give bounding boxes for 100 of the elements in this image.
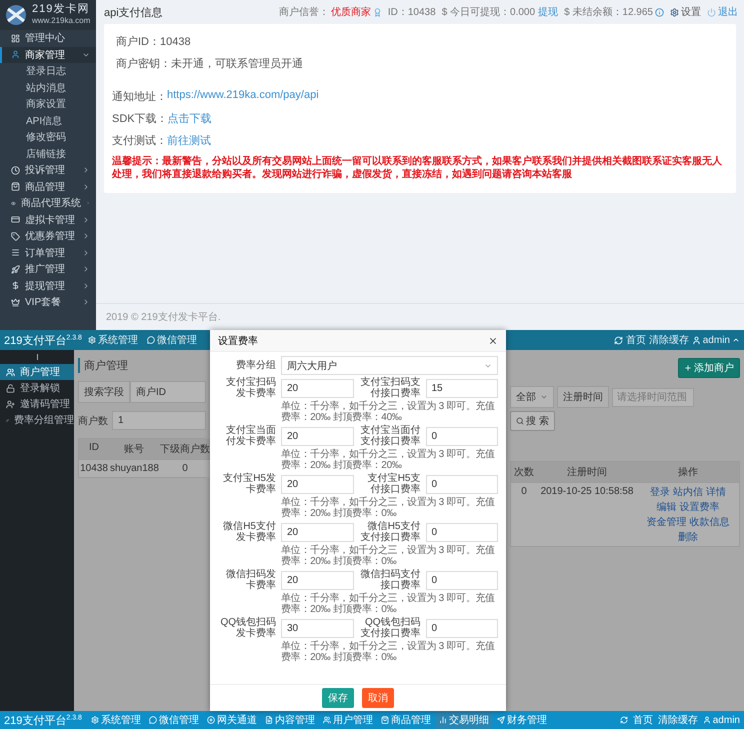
clear-cache-link[interactable]: 清除缓存 bbox=[658, 713, 698, 727]
action-link[interactable]: 详情 bbox=[706, 485, 726, 499]
sidebar-item[interactable]: 登录解锁 bbox=[0, 380, 74, 396]
sidebar-item[interactable]: 邀请码管理 bbox=[0, 396, 74, 412]
link[interactable]: 点击下载 bbox=[168, 111, 212, 126]
table-cell: shuyan188 bbox=[109, 459, 159, 477]
reputation-label: 商户信誉： bbox=[278, 6, 329, 19]
user-plus-icon bbox=[6, 400, 15, 408]
submenu-item[interactable]: 登录日志 bbox=[0, 63, 96, 80]
field-label: QQ钱包扫码支付接口费率 bbox=[360, 617, 420, 639]
sidebar-item[interactable]: 投诉管理 bbox=[0, 162, 96, 178]
dollar-icon bbox=[11, 281, 20, 290]
reputation-value: 优质商家 bbox=[330, 6, 371, 19]
field-label: 支付宝H5发卡费率 bbox=[222, 473, 276, 495]
caret-icon bbox=[732, 336, 740, 344]
balance-amount: $ 未结余额：12.965 bbox=[564, 6, 653, 19]
submenu-item[interactable]: 商家设置 bbox=[0, 96, 96, 112]
input-field[interactable]: 20 bbox=[281, 570, 354, 590]
sidebar-item[interactable]: 订单管理 bbox=[0, 244, 96, 261]
dialog-title: 设置费率 bbox=[218, 334, 258, 348]
search-field-select[interactable]: 商户ID bbox=[130, 381, 206, 403]
sidebar-item[interactable]: 虚拟卡管理 bbox=[0, 212, 96, 228]
nav-item[interactable]: 用户管理 bbox=[320, 711, 376, 729]
input-field[interactable]: 15 bbox=[426, 378, 498, 398]
action-link[interactable]: 资金管理 bbox=[646, 515, 686, 529]
input-field[interactable]: 0 bbox=[426, 474, 498, 494]
sidebar-item[interactable]: 商户管理 bbox=[0, 364, 74, 380]
nav-item[interactable]: 网关通道 bbox=[204, 711, 260, 729]
link[interactable]: https://www.219ka.com/pay/api bbox=[167, 89, 319, 104]
home-link[interactable]: 首页 bbox=[632, 713, 653, 727]
hint-text: 单位：千分率，如千分之三，设置为 3 即可。充值费率：20‰ 封顶费率：0‰ bbox=[281, 497, 496, 519]
info-line: 商户ID：10438 bbox=[115, 34, 192, 49]
action-link[interactable]: 登录 bbox=[650, 485, 670, 499]
table-cell: 0 bbox=[511, 482, 537, 546]
column-header: ID bbox=[79, 439, 109, 459]
action-link[interactable]: 收款信息 bbox=[690, 515, 730, 529]
input-field[interactable]: 20 bbox=[281, 378, 354, 398]
users-icon bbox=[6, 368, 15, 376]
submenu-item[interactable]: API信息 bbox=[0, 112, 96, 129]
page-title: api支付信息 bbox=[104, 6, 163, 20]
nav-item[interactable]: 内容管理 bbox=[262, 711, 318, 729]
status-select[interactable]: 全部 bbox=[510, 386, 554, 408]
add-merchant-button[interactable]: 添加商户 bbox=[678, 358, 740, 378]
nav-item[interactable]: 系统管理 bbox=[88, 711, 144, 729]
clock-icon bbox=[11, 166, 20, 175]
info-line: 商户密钥：未开通，可联系管理员开通 bbox=[115, 56, 304, 71]
bag-icon bbox=[380, 716, 389, 724]
nav-item[interactable]: 交易明细 bbox=[436, 711, 492, 729]
action-link[interactable]: 删除 bbox=[678, 530, 698, 544]
date-range-field[interactable]: 请选择时间范围 bbox=[612, 388, 694, 406]
crown-icon bbox=[11, 298, 20, 307]
admin-menu[interactable]: admin bbox=[712, 714, 740, 726]
select-field[interactable]: 周六大用户 bbox=[281, 356, 498, 375]
bag-icon bbox=[11, 182, 20, 192]
sidebar-item[interactable]: 商品代理系统 bbox=[0, 195, 96, 212]
warning-notice: 温馨提示：最新警告，分站以及所有交易网站上面统一留可以联系到的客服联系方式，如果客户联系我们并提供相关截图联系证实客服无人处理，我们将直接退款给购买者。发现网站进行诈骗，虚假发货，直接冻结，如遇到问题请咨询本站客服 bbox=[112, 155, 723, 181]
input-field[interactable]: 20 bbox=[281, 426, 354, 446]
sidebar-item[interactable]: 推广管理 bbox=[0, 261, 96, 278]
sidebar-item[interactable]: 费率分组管理 bbox=[0, 412, 74, 428]
brand-title: 219支付平台$^{2.3.8}$ bbox=[4, 712, 82, 728]
sidebar-item[interactable]: 管理中心 bbox=[0, 30, 96, 46]
sidebar-item[interactable]: 提现管理 bbox=[0, 278, 96, 294]
submenu-item[interactable]: 站内消息 bbox=[0, 80, 96, 96]
hint-text: 单位：千分率，如千分之三，设置为 3 即可。充值费率：20‰ 封顶费率：0‰ bbox=[281, 545, 496, 567]
admin-menu[interactable]: admin bbox=[702, 334, 730, 346]
input-field[interactable]: 20 bbox=[281, 474, 354, 494]
submenu-item[interactable]: 店铺链接 bbox=[0, 146, 96, 162]
settings-icon bbox=[670, 8, 679, 16]
users-icon bbox=[322, 716, 331, 724]
brand-title: 219支付平台$^{2.3.8}$ bbox=[4, 332, 82, 348]
user-icon bbox=[692, 336, 701, 344]
column-header: 账号 bbox=[109, 439, 159, 459]
search-button[interactable]: 搜 索 bbox=[510, 411, 555, 431]
clear-cache-link[interactable]: 清除缓存 bbox=[648, 333, 689, 347]
sidebar-item[interactable]: 优惠券管理 bbox=[0, 228, 96, 244]
input-field[interactable]: 30 bbox=[281, 618, 354, 638]
collapse-handle[interactable] bbox=[36, 354, 38, 360]
input-field[interactable]: 20 bbox=[281, 522, 354, 542]
input-field[interactable]: 0 bbox=[426, 426, 498, 446]
sidebar-item[interactable]: VIP套餐 bbox=[0, 294, 96, 310]
home-link[interactable]: 首页 bbox=[626, 333, 646, 347]
nav-item[interactable]: 商品管理 bbox=[378, 711, 434, 729]
sidebar-item[interactable]: 商家管理 bbox=[0, 46, 96, 63]
close-icon[interactable] bbox=[488, 336, 498, 346]
sidebar-item[interactable]: 商品管理 bbox=[0, 178, 96, 195]
action-link[interactable]: 设置费率 bbox=[680, 500, 720, 514]
input-field[interactable]: 0 bbox=[426, 618, 498, 638]
action-link[interactable]: 编辑 bbox=[656, 500, 676, 514]
link[interactable]: 前往测试 bbox=[167, 133, 211, 148]
settings-link[interactable]: 设置 bbox=[681, 5, 701, 19]
nav-item[interactable]: 微信管理 bbox=[144, 330, 200, 350]
search-icon bbox=[516, 417, 524, 425]
input-field[interactable]: 0 bbox=[426, 522, 498, 542]
nav-item[interactable]: 财务管理 bbox=[494, 711, 550, 729]
date-label: 注册时间 bbox=[557, 386, 609, 408]
input-field[interactable]: 0 bbox=[426, 570, 498, 590]
nav-item[interactable]: 微信管理 bbox=[146, 711, 202, 729]
submenu-item[interactable]: 修改密码 bbox=[0, 129, 96, 146]
action-link[interactable]: 站内信 bbox=[673, 485, 703, 499]
nav-item[interactable]: 系统管理 bbox=[84, 330, 141, 350]
